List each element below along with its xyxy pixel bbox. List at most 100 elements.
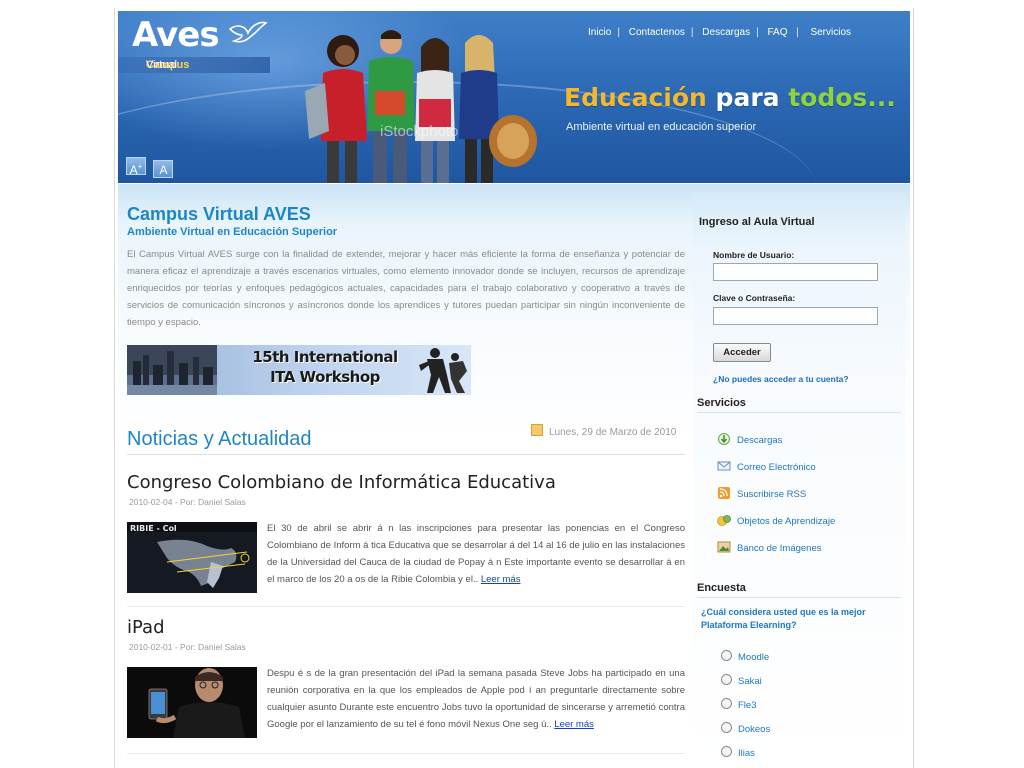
intro-paragraph: El Campus Virtual AVES surge con la fina…	[127, 249, 685, 328]
article-thumbnail[interactable]	[127, 667, 257, 738]
article-thumbnail[interactable]: RIBIE - Col	[127, 522, 257, 593]
poll-option[interactable]: Moodle	[721, 650, 769, 663]
nav-separator: |	[793, 27, 802, 38]
nav-inicio[interactable]: Inicio	[588, 27, 611, 38]
logo-subtitle: Campus Virtual	[118, 57, 270, 73]
students-photo	[305, 30, 537, 183]
poll-option-label: Ilias	[738, 748, 755, 759]
sidebar: Ingreso al Aula Virtual Nombre de Usuari…	[693, 193, 905, 768]
calendar-icon	[531, 424, 543, 436]
services-title: Servicios	[697, 397, 746, 409]
radio-button[interactable]	[721, 674, 732, 685]
banner-line-2: ITA Workshop	[270, 368, 380, 386]
article-meta: 2010-02-01 - Por: Daniel Salas	[129, 642, 246, 652]
divider	[127, 606, 685, 607]
login-button[interactable]: Acceder	[713, 343, 771, 362]
service-label: Banco de Imágenes	[737, 543, 822, 554]
service-item-correo[interactable]: Correo Electrónico	[717, 460, 816, 473]
service-item-descargas[interactable]: Descargas	[717, 433, 782, 446]
top-navigation: Inicio | Contactenos | Descargas | FAQ | Se…	[588, 27, 851, 38]
service-label: Objetos de Aprendizaje	[737, 516, 836, 527]
password-label: Clave o Contraseña:	[713, 293, 796, 303]
site-header: Aves Campus Virtual iStockphoto Inicio |…	[118, 11, 910, 183]
article-summary-text: Despu é s de la gran presentación del iP…	[267, 668, 685, 730]
read-more-link[interactable]: Leer más	[481, 574, 521, 585]
read-more-link[interactable]: Leer más	[554, 719, 594, 730]
divider	[127, 753, 685, 754]
news-date-text: Lunes, 29 de Marzo de 2010	[549, 427, 677, 438]
poll-option-label: Moodle	[738, 652, 770, 663]
service-item-rss[interactable]: Suscribirse RSS	[717, 487, 806, 500]
poll-option-label: Dokeos	[738, 724, 771, 735]
forgot-account-link[interactable]: ¿No puedes acceder a tu cuenta?	[713, 374, 849, 384]
poll-option-label: Fle3	[738, 700, 757, 711]
mail-icon	[717, 461, 731, 471]
font-increase-button[interactable]: A+	[126, 157, 146, 177]
page: Aves Campus Virtual iStockphoto Inicio |…	[114, 8, 914, 768]
page-subtitle: Ambiente Virtual en Educación Superior	[127, 226, 338, 238]
nav-separator: |	[617, 27, 620, 38]
news-date: Lunes, 29 de Marzo de 2010	[531, 424, 676, 438]
download-icon	[718, 433, 730, 445]
article-summary: El 30 de abril se abrir á n las inscripc…	[267, 520, 685, 588]
username-field[interactable]	[713, 263, 878, 281]
radio-button[interactable]	[721, 698, 732, 709]
article-summary: Despu é s de la gran presentación del iP…	[267, 665, 685, 733]
poll-option[interactable]: Fle3	[721, 698, 756, 711]
article-summary-text: El 30 de abril se abrir á n las inscripc…	[267, 523, 685, 585]
login-title: Ingreso al Aula Virtual	[699, 216, 815, 228]
font-increase-plus: +	[137, 162, 143, 171]
article-meta: 2010-02-04 - Por: Daniel Salas	[129, 497, 246, 507]
thumb-caption: RIBIE - Col	[130, 524, 177, 533]
font-increase-label: A	[129, 163, 138, 177]
service-label: Descargas	[737, 435, 783, 446]
poll-title: Encuesta	[697, 582, 746, 594]
rss-icon	[718, 487, 730, 499]
nav-separator: |	[756, 27, 759, 38]
username-label: Nombre de Usuario:	[713, 250, 795, 260]
divider	[127, 454, 685, 455]
service-item-objetos[interactable]: Objetos de Aprendizaje	[717, 514, 835, 527]
poll-question: ¿Cuál considera usted que es la mejor Pl…	[701, 607, 866, 630]
poll-option[interactable]: Ilias	[721, 746, 755, 759]
slogan-word-2: para	[715, 83, 780, 112]
nav-separator: |	[690, 27, 694, 38]
news-heading: Noticias y Actualidad	[127, 428, 312, 450]
poll-option-label: Sakai	[738, 676, 762, 687]
slogan-word-3: todos...	[788, 83, 896, 112]
service-label: Correo Electrónico	[737, 462, 816, 473]
image-bank-icon	[717, 541, 731, 553]
dove-icon	[228, 21, 268, 43]
nav-descargas[interactable]: Descargas	[702, 27, 750, 38]
article-title[interactable]: Congreso Colombiano de Informática Educa…	[127, 472, 556, 493]
poll-option[interactable]: Sakai	[721, 674, 762, 687]
page-title: Campus Virtual AVES	[127, 204, 311, 224]
logo-sub-virtual: Virtual	[146, 59, 177, 71]
slogan-subtitle: Ambiente virtual en educación superior	[566, 121, 757, 133]
radio-button[interactable]	[721, 650, 732, 661]
nav-faq[interactable]: FAQ	[768, 27, 788, 38]
font-decrease-button[interactable]: A	[153, 160, 174, 178]
font-size-controls: A+ A	[126, 157, 176, 179]
dancers-image	[419, 348, 467, 393]
password-field[interactable]	[713, 307, 878, 325]
poll-option[interactable]: Dokeos	[721, 722, 770, 735]
slogan-word-1: Educación	[564, 83, 707, 112]
city-skyline-image	[127, 345, 217, 395]
divider	[697, 412, 901, 413]
learning-objects-icon	[717, 515, 731, 526]
service-label: Suscribirse RSS	[737, 489, 807, 500]
nav-contactenos[interactable]: Contactenos	[629, 27, 685, 38]
workshop-banner[interactable]: 15th International ITA Workshop	[127, 345, 471, 395]
service-item-imagenes[interactable]: Banco de Imágenes	[717, 541, 822, 554]
banner-text: 15th International ITA Workshop	[245, 347, 405, 387]
banner-line-1: 15th International	[252, 348, 398, 366]
stock-watermark: iStockphoto	[380, 123, 459, 140]
slogan: Educación para todos...	[564, 83, 896, 112]
divider	[697, 597, 901, 598]
radio-button[interactable]	[721, 722, 732, 733]
logo[interactable]: Aves	[132, 15, 220, 55]
article-title[interactable]: iPad	[127, 617, 165, 638]
radio-button[interactable]	[721, 746, 732, 757]
nav-servicios[interactable]: Servicios	[810, 27, 851, 38]
